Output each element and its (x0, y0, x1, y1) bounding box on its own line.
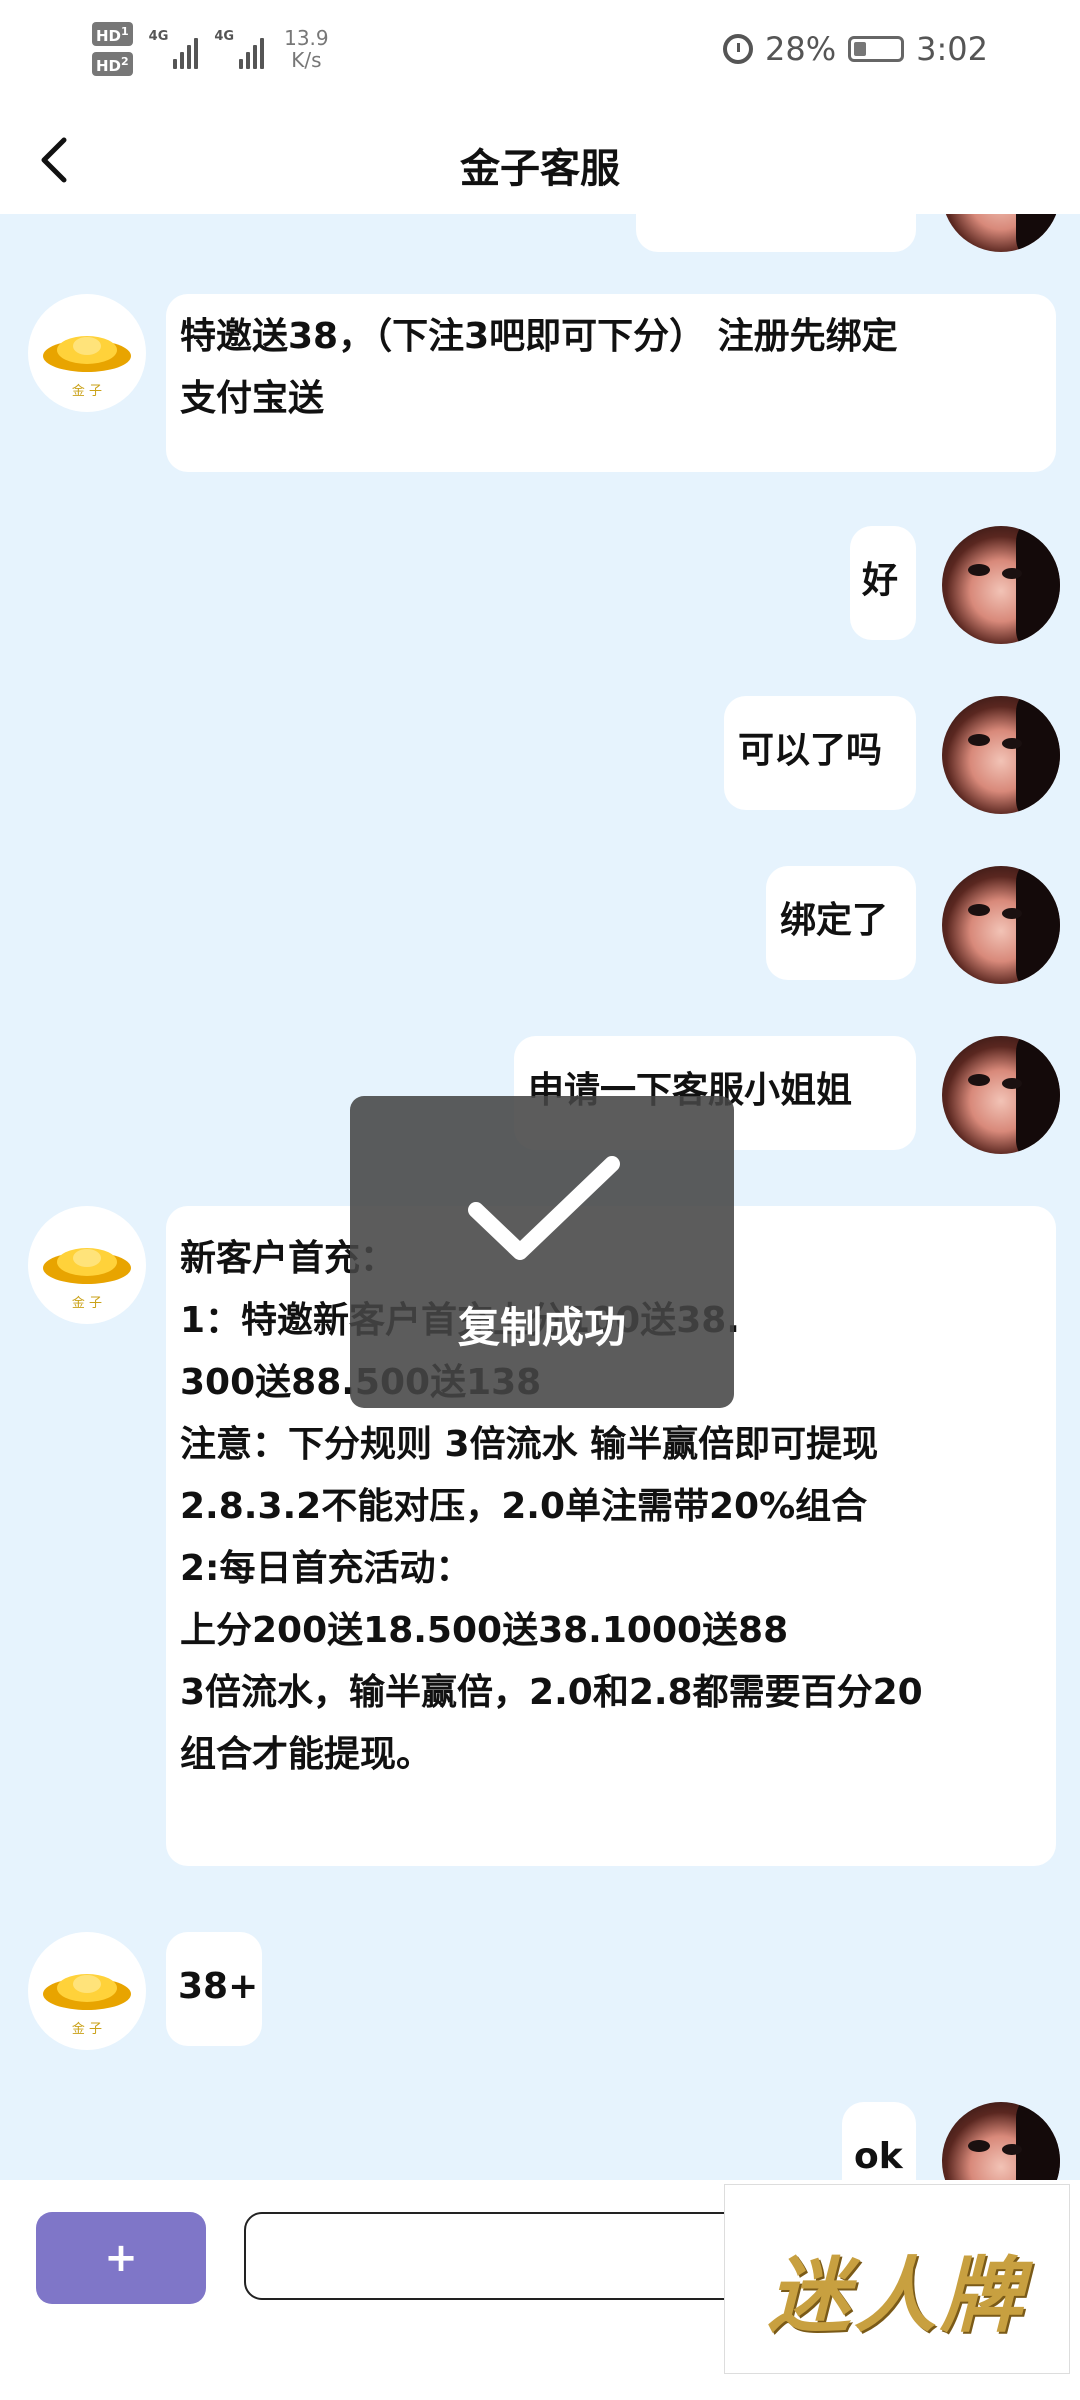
checkmark-icon (468, 1156, 620, 1260)
alarm-icon (723, 34, 754, 64)
network-type-2: 4G (214, 29, 235, 44)
hd-badge-2: HD2 (92, 52, 133, 76)
status-right: 28% 3:02 (723, 30, 988, 68)
clock: 3:02 (916, 30, 988, 68)
message-text-line: 上分200送18.500送38.1000送88 (180, 1610, 789, 1651)
hd-indicators: HD1 HD2 (92, 22, 133, 76)
agent-avatar[interactable]: 金 子 (28, 1932, 146, 2050)
status-bar: HD1 HD2 4G 4G 13.9 K/s 28% 3:02 (0, 0, 1080, 110)
message-bubble-partial[interactable] (636, 214, 916, 252)
watermark-logo: 迷人牌 (724, 2184, 1070, 2374)
message-text-line: 3倍流水，输半赢倍，2.0和2.8都需要百分20 (180, 1672, 923, 1713)
user-avatar[interactable] (942, 696, 1060, 814)
message-bubble[interactable]: 绑定了 (766, 866, 916, 980)
network-speed: 13.9 K/s (284, 27, 329, 71)
agent-avatar-caption: 金 子 (71, 384, 103, 399)
message-text-line: 2:每日首充活动： (180, 1548, 472, 1589)
message-text-line: 绑定了 (780, 900, 889, 941)
battery-level (854, 42, 867, 56)
agent-avatar[interactable]: 金 子 (28, 294, 146, 412)
message-text-line: 注意：下分规则 3倍流水 输半赢倍即可提现 (180, 1424, 879, 1465)
gold-ingot-icon (43, 1974, 131, 2010)
toast-text: 复制成功 (457, 1303, 626, 1352)
hd-label-2: HD (96, 57, 122, 75)
hd-label-1: HD (96, 27, 122, 45)
hd-sub-1: 1 (121, 25, 129, 38)
battery-icon (848, 36, 905, 62)
watermark-text: 迷人牌 (768, 2249, 1026, 2344)
message-text-line: 38+ (178, 1966, 259, 2007)
signal-icon-1: 4G (149, 29, 199, 69)
agent-avatar-caption: 金 子 (71, 2022, 103, 2037)
message-bubble[interactable]: 可以了吗 (724, 696, 916, 810)
network-type-1: 4G (148, 29, 169, 44)
message-bubble[interactable]: 38+ (166, 1932, 262, 2046)
message-text-line: 好 (862, 560, 899, 601)
status-left: HD1 HD2 4G 4G 13.9 K/s (92, 22, 329, 76)
hd-sub-2: 2 (121, 55, 129, 68)
page-title: 金子客服 (460, 146, 620, 192)
hd-badge-1: HD1 (92, 22, 133, 46)
message-text-line: 组合才能提现。 (180, 1734, 433, 1775)
agent-avatar[interactable]: 金 子 (28, 1206, 146, 1324)
battery-percent: 28% (765, 30, 837, 68)
message-text-line: 支付宝送 (180, 378, 325, 419)
message-text-line: 可以了吗 (738, 730, 883, 771)
add-attachment-button[interactable]: + (36, 2212, 206, 2304)
speed-value: 13.9 (284, 26, 329, 50)
header: 金子客服 (0, 110, 1080, 214)
message-bubble[interactable]: 好 (850, 526, 916, 640)
user-avatar[interactable] (942, 526, 1060, 644)
user-avatar[interactable] (942, 1036, 1060, 1154)
user-avatar[interactable] (942, 866, 1060, 984)
agent-avatar-caption: 金 子 (71, 1296, 103, 1311)
speed-unit: K/s (291, 48, 322, 72)
user-avatar[interactable] (942, 2102, 1060, 2180)
copy-success-toast: 复制成功 (350, 1096, 734, 1408)
message-text-line: 2.8.3.2不能对压，2.0单注需带20%组合 (180, 1486, 868, 1527)
message-text-line: ok (854, 2136, 903, 2177)
signal-icon-2: 4G (214, 29, 265, 69)
message-bubble[interactable]: ok (842, 2102, 916, 2180)
message-text-line: 特邀送38，（下注3吧即可下分） 注册先绑定 (180, 316, 898, 357)
message-bubble[interactable]: 特邀送38，（下注3吧即可下分） 注册先绑定 支付宝送 (166, 294, 1056, 472)
gold-ingot-icon (43, 1248, 131, 1284)
user-avatar-partial[interactable] (942, 214, 1060, 252)
gold-ingot-icon (43, 336, 131, 372)
message-input[interactable] (244, 2212, 804, 2300)
